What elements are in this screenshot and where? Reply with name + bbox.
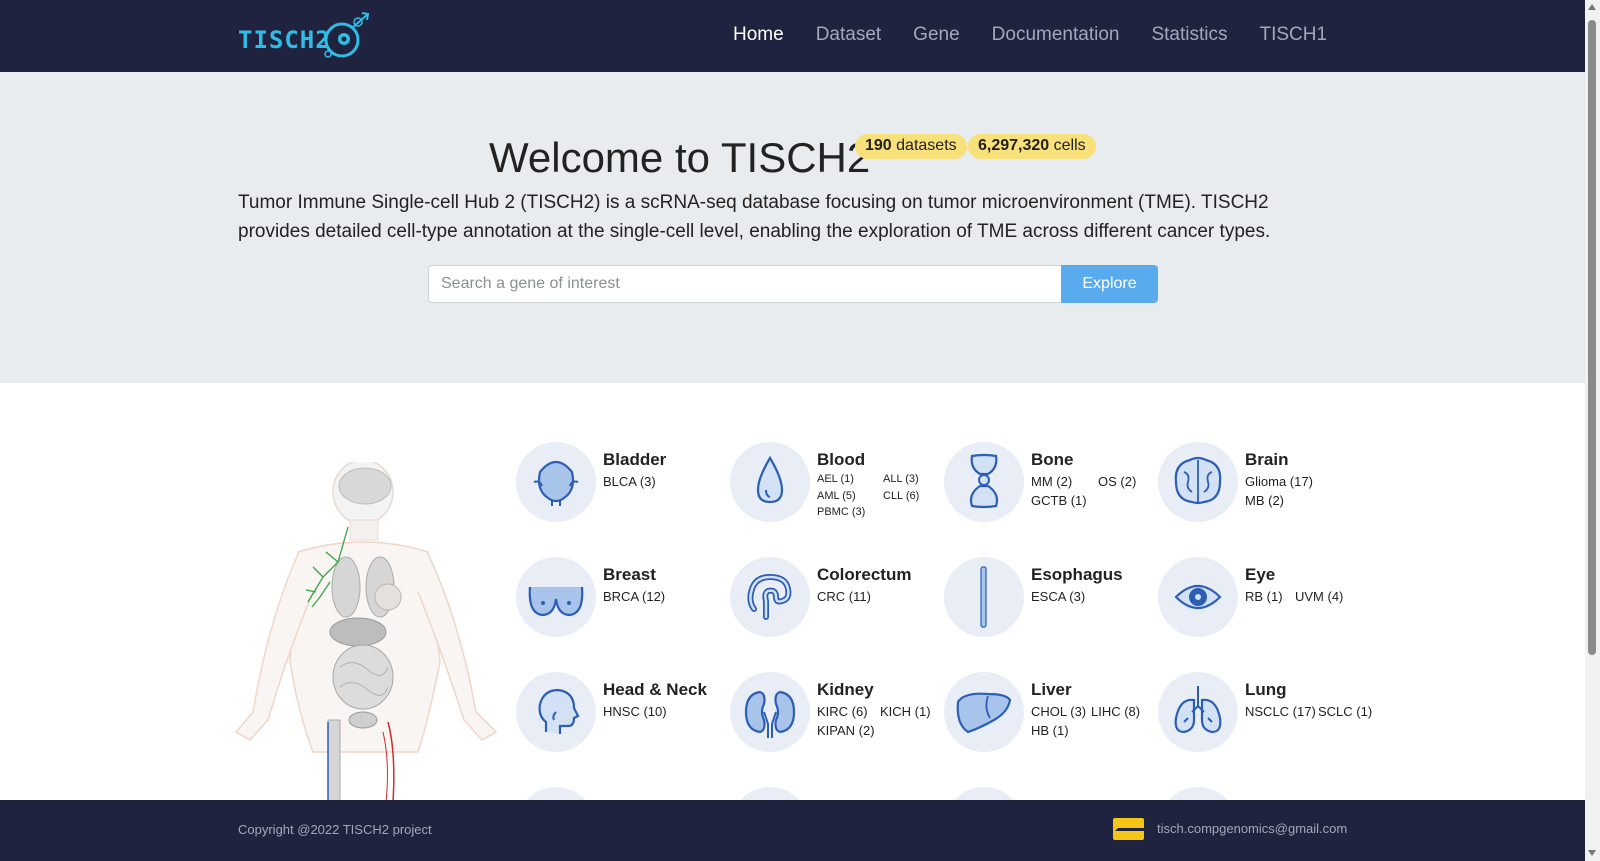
scrollbar-thumb[interactable] [1588,20,1596,655]
subtype-link[interactable]: KIPAN (2) [817,723,875,738]
subtype-link[interactable]: HB (1) [1031,723,1069,738]
cancer-name: Esophagus [1031,565,1123,584]
subtype-link[interactable]: OS (2) [1098,474,1136,489]
gene-search-input[interactable] [428,265,1062,303]
tisch2-logo[interactable]: TISCH2 [238,8,378,62]
cancer-card-breast[interactable]: Breast BRCA (12) [516,557,726,667]
hero-jumbotron: Welcome to TISCH2 190 datasets 6,297,320… [0,72,1585,383]
subtype-link[interactable]: UVM (4) [1295,589,1343,604]
subtype-link[interactable]: MM (2) [1031,474,1072,489]
subtype-link[interactable]: SCLC (1) [1318,704,1372,719]
subtype-link[interactable]: AML (5) [817,490,856,502]
nav-statistics[interactable]: Statistics [1151,24,1227,46]
cancer-name: Bladder [603,450,667,469]
cancer-name: Colorectum [817,565,912,584]
nav-documentation[interactable]: Documentation [992,24,1120,46]
cancer-name: Breast [603,565,656,584]
bone-joint-icon [944,442,1024,522]
datasets-label: datasets [896,137,957,154]
head-icon [516,672,596,752]
bladder-icon [516,442,596,522]
cancer-card-kidney[interactable]: Kidney KIRC (6) KICH (1) KIPAN (2) [730,672,940,782]
cancer-name: Brain [1245,450,1289,469]
page-footer: Copyright @2022 TISCH2 project tisch.com… [0,800,1585,861]
main-nav: Home Dataset Gene Documentation Statisti… [733,24,1359,46]
nav-gene[interactable]: Gene [913,24,959,46]
contact-email-link[interactable]: tisch.compgenomics@gmail.com [1157,821,1347,836]
cancer-card-bladder[interactable]: Bladder BLCA (3) [516,442,726,552]
subtype-link[interactable]: LIHC (8) [1091,704,1140,719]
cancer-card-liver[interactable]: Liver CHOL (3) LIHC (8) HB (1) [944,672,1154,782]
subtype-link[interactable]: KICH (1) [880,704,931,719]
cancer-card-bone[interactable]: Bone MM (2) OS (2) GCTB (1) [944,442,1154,552]
cancer-card-lung[interactable]: Lung NSCLC (17) SCLC (1) [1158,672,1372,782]
logo-cell-icon [324,12,370,58]
cancer-name: Liver [1031,680,1072,699]
cancer-name: Head & Neck [603,680,707,699]
subtype-link[interactable]: MB (2) [1245,493,1284,508]
subtype-link[interactable]: AEL (1) [817,473,854,485]
liver-icon [944,672,1024,752]
scroll-up-arrow-icon[interactable] [1588,4,1596,10]
cells-badge: 6,297,320 cells [968,134,1096,159]
nav-home[interactable]: Home [733,24,784,46]
datasets-badge: 190 datasets [855,134,967,159]
cells-count: 6,297,320 [978,137,1050,154]
blood-drop-icon [730,442,810,522]
subtype-link[interactable]: BLCA (3) [603,474,656,489]
esophagus-icon [944,557,1024,637]
subtype-link[interactable]: NSCLC (17) [1245,704,1316,719]
datasets-count: 190 [865,137,892,154]
colon-icon [730,557,810,637]
subtype-link[interactable]: PBMC (3) [817,506,865,518]
subtype-link[interactable]: GCTB (1) [1031,493,1087,508]
cancer-name: Kidney [817,680,874,699]
cancer-card-head-neck[interactable]: Head & Neck HNSC (10) [516,672,726,782]
subtype-link[interactable]: CRC (11) [817,589,871,604]
cancer-card-blood[interactable]: Blood AEL (1) ALL (3) AML (5) CLL (6) PB… [730,442,940,552]
human-body-illustration [228,459,504,803]
brain-icon [1158,442,1238,522]
subtype-link[interactable]: CLL (6) [883,490,919,502]
nav-tisch1[interactable]: TISCH1 [1259,24,1327,46]
scroll-down-arrow-icon[interactable] [1588,850,1596,856]
cancer-name: Bone [1031,450,1074,469]
subtype-link[interactable]: ALL (3) [883,473,919,485]
cancer-name: Blood [817,450,866,469]
cancer-card-colorectum[interactable]: Colorectum CRC (11) [730,557,940,667]
subtype-link[interactable]: Glioma (17) [1245,474,1313,489]
cancer-card-esophagus[interactable]: Esophagus ESCA (3) [944,557,1154,667]
subtype-link[interactable]: CHOL (3) [1031,704,1086,719]
vertical-scrollbar[interactable] [1585,0,1600,861]
nav-dataset[interactable]: Dataset [816,24,881,46]
subtype-link[interactable]: ESCA (3) [1031,589,1085,604]
subtype-link[interactable]: HNSC (10) [603,704,667,719]
eye-icon [1158,557,1238,637]
cancer-name: Eye [1245,565,1276,584]
cancer-name: Lung [1245,680,1287,699]
breast-icon [516,557,596,637]
subtype-link[interactable]: RB (1) [1245,589,1283,604]
cells-label: cells [1053,137,1086,154]
cancer-card-eye[interactable]: Eye RB (1) UVM (4) [1158,557,1368,667]
envelope-icon [1113,818,1144,840]
hero-description: Tumor Immune Single-cell Hub 2 (TISCH2) … [238,192,1271,242]
lungs-icon [1158,672,1238,752]
logo-text: TISCH2 [238,26,331,54]
cancer-card-brain[interactable]: Brain Glioma (17) MB (2) [1158,442,1368,552]
page-title: Welcome to TISCH2 [489,134,871,181]
top-navbar: TISCH2 Home Dataset Gene Documentation S… [0,0,1585,72]
explore-button[interactable]: Explore [1061,265,1158,303]
subtype-link[interactable]: BRCA (12) [603,589,665,604]
subtype-link[interactable]: KIRC (6) [817,704,868,719]
copyright-text: Copyright @2022 TISCH2 project [238,822,432,837]
kidney-icon [730,672,810,752]
